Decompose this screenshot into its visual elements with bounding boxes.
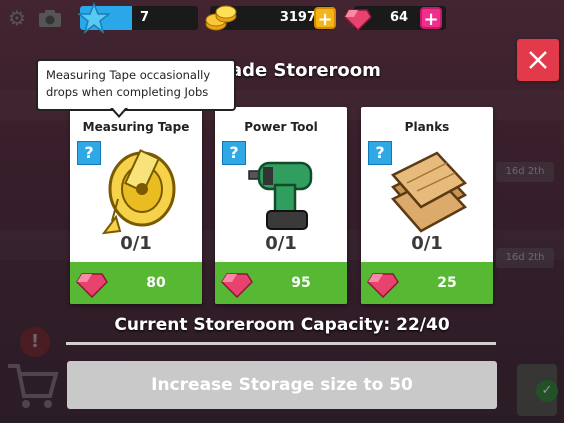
dialog-title: ade Storeroom — [230, 60, 381, 81]
buy-button[interactable]: 25 — [361, 262, 493, 304]
tooltip-tail-inner — [112, 107, 126, 115]
camera-icon[interactable] — [38, 8, 62, 28]
item-name: Planks — [404, 120, 450, 134]
item-count: 0/1 — [265, 233, 297, 254]
price-value: 95 — [291, 275, 311, 291]
planks-icon — [390, 151, 468, 233]
xp-value: 7 — [140, 10, 150, 25]
gear-icon[interactable]: ⚙ — [6, 7, 28, 29]
storeroom-capacity: Current Storeroom Capacity: 22/40 — [114, 315, 450, 335]
star-icon — [78, 2, 110, 34]
item-name: Power Tool — [244, 120, 318, 134]
buy-coins-button[interactable]: + — [314, 7, 336, 30]
item-count: 0/1 — [120, 233, 152, 254]
capacity-divider — [66, 342, 496, 345]
buy-button[interactable]: 80 — [70, 262, 202, 304]
close-button[interactable] — [517, 39, 559, 81]
gem-icon — [367, 273, 399, 298]
increase-storage-button[interactable]: Increase Storage size to 50 — [67, 361, 497, 409]
power-drill-icon — [248, 161, 313, 230]
item-card-planks[interactable]: Planks ? 0/1 25 — [361, 107, 493, 304]
measuring-tape-icon — [101, 149, 176, 235]
item-card-measuring-tape[interactable]: Measuring Tape ? 0/1 80 — [70, 107, 202, 304]
item-count: 0/1 — [411, 233, 443, 254]
gem-icon — [221, 273, 253, 298]
gem-icon — [344, 9, 372, 32]
item-tooltip: Measuring Tape occasionally drops when c… — [36, 59, 236, 111]
buy-gems-button[interactable]: + — [420, 7, 442, 30]
coin-value: 3197 — [279, 10, 316, 25]
item-name: Measuring Tape — [82, 120, 190, 134]
price-value: 80 — [146, 275, 166, 291]
coins-icon — [205, 5, 237, 31]
item-card-power-tool[interactable]: Power Tool ? 0/1 95 — [215, 107, 347, 304]
price-value: 25 — [437, 275, 457, 291]
top-bar: ⚙ 7 3197 + 64 + — [0, 0, 564, 36]
gem-value: 64 — [389, 10, 409, 25]
gem-icon — [76, 273, 108, 298]
buy-button[interactable]: 95 — [215, 262, 347, 304]
close-icon — [529, 51, 547, 69]
